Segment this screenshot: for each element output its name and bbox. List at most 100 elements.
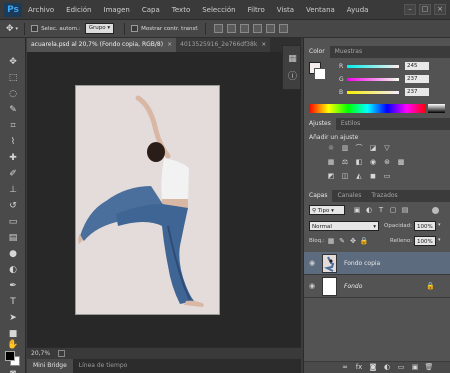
tab-trazados[interactable]: Trazados	[366, 190, 402, 202]
gradient-tool-icon[interactable]: ▤	[6, 232, 20, 244]
shape-tool-icon[interactable]: ■	[6, 328, 20, 340]
align-top-icon[interactable]	[213, 24, 223, 33]
hand-tool-icon[interactable]: ✋	[6, 340, 20, 350]
tab-acuarela[interactable]: acuarela.psd al 20,7% (Fondo copia, RGB/…	[27, 38, 177, 52]
align-left-icon[interactable]	[252, 24, 262, 33]
foreground-color-swatch[interactable]	[5, 351, 15, 361]
color-lookup-icon[interactable]: ▩	[396, 158, 406, 167]
align-hcenter-icon[interactable]	[265, 24, 275, 33]
dodge-tool-icon[interactable]: ◐	[6, 264, 20, 276]
blue-slider[interactable]	[347, 90, 399, 94]
filter-adjustment-icon[interactable]: ◐	[364, 206, 374, 215]
filter-shape-icon[interactable]: ▢	[388, 206, 398, 215]
maximize-button[interactable]: □	[419, 4, 431, 15]
tool-preset-chevron-icon[interactable]: ▾	[16, 26, 19, 32]
blend-mode-dropdown[interactable]: Normal ▾	[309, 221, 379, 231]
opacity-chevron-icon[interactable]: ▾	[438, 222, 441, 228]
lock-pixels-icon[interactable]: ✎	[337, 237, 347, 246]
layer-name[interactable]: Fondo copia	[344, 260, 380, 267]
menu-texto[interactable]: Texto	[172, 6, 190, 14]
menu-edicion[interactable]: Edición	[66, 6, 91, 14]
layer-kind-filter[interactable]: ⚲ Tipo ▾	[309, 205, 345, 215]
lock-all-icon[interactable]: 🔒	[359, 237, 369, 246]
fill-chevron-icon[interactable]: ▾	[438, 237, 441, 243]
photo-filter-icon[interactable]: ◉	[368, 158, 378, 167]
levels-icon[interactable]: ▥	[340, 144, 350, 153]
marquee-tool-icon[interactable]: ⬚	[6, 72, 20, 84]
exposure-icon[interactable]: ◪	[368, 144, 378, 153]
info-panel-icon[interactable]: ⓘ	[287, 72, 298, 83]
zoom-level[interactable]: 20,7%	[31, 350, 50, 357]
menu-ayuda[interactable]: Ayuda	[347, 6, 369, 14]
b-value-input[interactable]: 237	[405, 88, 429, 96]
align-right-icon[interactable]	[278, 24, 288, 33]
brush-tool-icon[interactable]: ✐	[6, 168, 20, 180]
healing-brush-tool-icon[interactable]: ✚	[6, 152, 20, 164]
background-color-chip[interactable]	[314, 68, 326, 80]
opacity-input[interactable]: 100%	[414, 221, 436, 231]
path-selection-tool-icon[interactable]: ➤	[6, 312, 20, 324]
tab-color[interactable]: Color	[304, 46, 330, 58]
lasso-tool-icon[interactable]: ◌	[6, 88, 20, 100]
threshold-icon[interactable]: ◭	[354, 172, 364, 181]
layer-row-fondo-copia[interactable]: ◉ Fondo copia	[304, 252, 450, 275]
minimize-button[interactable]: –	[404, 4, 416, 15]
menu-archivo[interactable]: Archivo	[28, 6, 54, 14]
document-canvas[interactable]	[75, 85, 220, 315]
eraser-tool-icon[interactable]: ▭	[6, 216, 20, 228]
layer-name[interactable]: Fondo	[344, 283, 362, 290]
invert-icon[interactable]: ◩	[326, 172, 336, 181]
filter-pixel-icon[interactable]: ▣	[352, 206, 362, 215]
channel-mixer-icon[interactable]: ⊛	[382, 158, 392, 167]
tab-muestras[interactable]: Muestras	[330, 46, 367, 58]
clone-stamp-tool-icon[interactable]: ⊥	[6, 184, 20, 196]
link-layers-icon[interactable]: ∞	[340, 363, 350, 372]
filter-toggle-icon[interactable]	[432, 207, 439, 214]
menu-ventana[interactable]: Ventana	[306, 6, 335, 14]
auto-select-checkbox[interactable]	[31, 25, 39, 32]
layer-row-fondo[interactable]: ◉ Fondo 🔒	[304, 275, 450, 298]
tab-second-image[interactable]: 4013525916_2e766df38k ×	[176, 38, 271, 52]
posterize-icon[interactable]: ◫	[340, 172, 350, 181]
filter-type-icon[interactable]: T	[376, 206, 386, 215]
new-layer-icon[interactable]: ▣	[410, 363, 420, 372]
filter-smart-object-icon[interactable]: ▤	[400, 206, 410, 215]
delete-layer-icon[interactable]: 🗑	[424, 363, 434, 372]
menu-capa[interactable]: Capa	[142, 6, 160, 14]
fill-input[interactable]: 100%	[414, 236, 436, 246]
vibrance-icon[interactable]: ▽	[382, 144, 392, 153]
color-spectrum-bar[interactable]	[309, 104, 426, 113]
close-tab-icon[interactable]: ×	[167, 41, 172, 48]
black-white-icon[interactable]: ◧	[354, 158, 364, 167]
add-mask-icon[interactable]: ◙	[368, 363, 378, 372]
tab-timeline[interactable]: Línea de tiempo	[73, 359, 134, 373]
tab-capas[interactable]: Capas	[304, 190, 333, 202]
move-tool-icon[interactable]: ✥	[6, 56, 20, 68]
history-brush-tool-icon[interactable]: ↺	[6, 200, 20, 212]
lock-transparent-icon[interactable]: ▦	[326, 237, 336, 246]
new-adjustment-icon[interactable]: ◐	[382, 363, 392, 372]
brightness-icon[interactable]: ☼	[326, 144, 336, 153]
close-tab-icon[interactable]: ×	[261, 41, 266, 48]
show-transform-checkbox[interactable]	[131, 25, 139, 32]
new-group-icon[interactable]: ▭	[396, 363, 406, 372]
status-menu-icon[interactable]	[58, 350, 66, 357]
red-slider[interactable]	[347, 64, 399, 68]
menu-vista[interactable]: Vista	[277, 6, 294, 14]
align-vcenter-icon[interactable]	[226, 24, 236, 33]
move-tool-icon[interactable]: ✥	[6, 24, 14, 34]
hue-saturation-icon[interactable]: ▦	[326, 158, 336, 167]
close-window-button[interactable]: ×	[434, 4, 446, 15]
crop-tool-icon[interactable]: ⌗	[6, 120, 20, 132]
menu-imagen[interactable]: Imagen	[104, 6, 130, 14]
gradient-map-icon[interactable]: ▭	[382, 172, 392, 181]
layer-style-icon[interactable]: fx	[354, 363, 364, 372]
visibility-eye-icon[interactable]: ◉	[309, 282, 315, 290]
selective-color-icon[interactable]: ◼	[368, 172, 378, 181]
type-tool-icon[interactable]: T	[6, 296, 20, 308]
green-slider[interactable]	[347, 77, 399, 81]
pen-tool-icon[interactable]: ✒	[6, 280, 20, 292]
tab-mini-bridge[interactable]: Mini Bridge	[27, 359, 73, 373]
auto-select-dropdown[interactable]: Grupo ▾	[84, 23, 115, 34]
menu-seleccion[interactable]: Selección	[202, 6, 235, 14]
